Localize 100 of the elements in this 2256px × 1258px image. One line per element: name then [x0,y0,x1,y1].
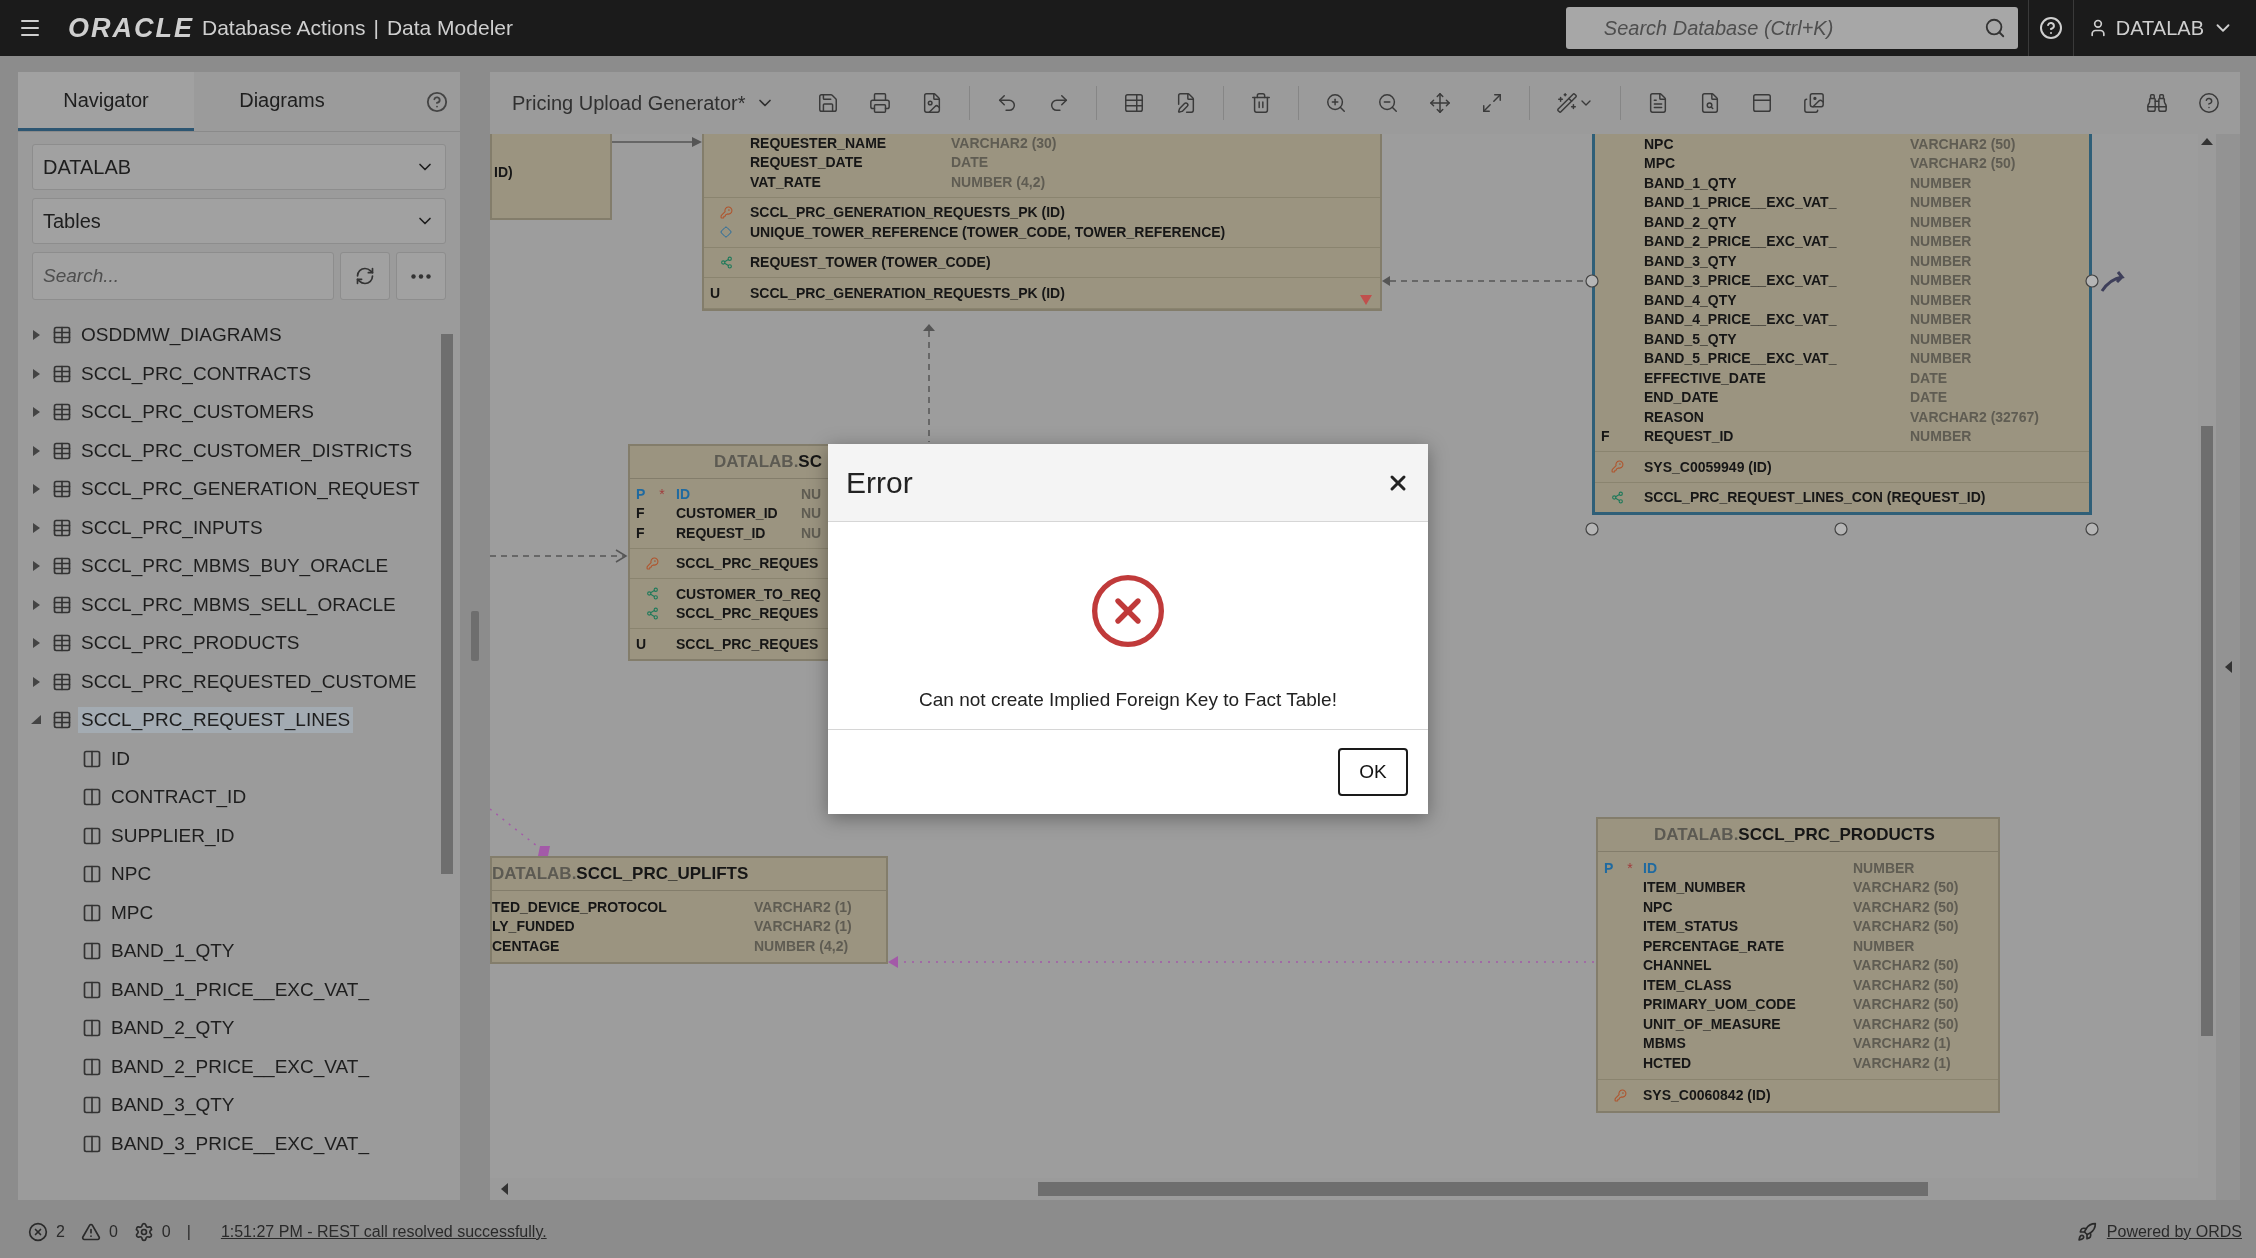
column-type: NUMBER [1910,252,1973,269]
table-icon [52,479,72,500]
user-menu[interactable]: DATALAB [2083,16,2238,40]
column-name: BAND_2_QTY [1644,213,1738,230]
selection-handle[interactable] [1834,522,1848,536]
table-icon [52,594,72,615]
tree-item[interactable]: BAND_3_PRICE__EXC_VAT_ [108,1130,373,1157]
selection-handle[interactable] [2085,274,2099,288]
entity-table[interactable]: ID) [490,134,612,220]
save-icon [817,92,840,114]
tree-item[interactable]: BAND_3_QTY [108,1092,238,1119]
search-icon[interactable] [1983,17,2006,39]
caret-icon[interactable] [30,598,42,611]
caret-icon[interactable] [30,521,42,534]
column-icon [82,1056,102,1077]
table-icon [52,710,72,731]
tree-item[interactable]: MPC [108,899,157,926]
object-type-select[interactable]: Tables [32,198,446,244]
tab[interactable]: Navigator [18,72,194,131]
column-type: DATE [951,154,990,171]
ok-button[interactable]: OK [1338,748,1408,796]
entity-table[interactable] [702,134,1382,311]
error-count: 2 [56,1222,65,1241]
caret-icon[interactable] [30,367,42,380]
table-icon [52,363,72,384]
tab[interactable]: Diagrams [194,72,370,131]
column-name: NPC [1643,898,1674,915]
column-type: VARCHAR2 (50) [1910,135,2017,152]
tree-item[interactable]: SUPPLIER_ID [108,822,238,849]
tree-item[interactable]: BAND_1_QTY [108,938,238,965]
column-type: VARCHAR2 (50) [1853,976,1960,993]
expand-panel-icon[interactable] [2224,661,2232,673]
tree-item[interactable]: SCCL_PRC_CUSTOMERS [78,399,317,426]
table-icon [52,671,72,692]
error-icon[interactable] [28,1221,48,1242]
help-icon [2198,92,2220,114]
schema-select[interactable]: DATALAB [32,144,446,190]
settings-icon[interactable] [133,1221,154,1242]
column-name: BAND_5_QTY [1644,330,1738,347]
selection-handle[interactable] [1585,522,1599,536]
selection-handle[interactable] [2085,522,2099,536]
tree-item[interactable]: SCCL_PRC_PRODUCTS [78,630,303,657]
tree-item[interactable]: SCCL_PRC_REQUESTED_CUSTOME [78,668,420,695]
tree-item[interactable]: NPC [108,861,155,888]
caret-icon[interactable] [30,483,42,496]
caret-icon[interactable] [30,637,42,650]
tree-item[interactable]: SCCL_PRC_INPUTS [78,514,266,541]
column-name: TED_DEVICE_PROTOCOL [492,898,668,915]
entity-table[interactable]: DATALAB.SCCL_PRC_UPLIFTS TED_DEVICE_PROTOCOL VARCHAR2 (1) LY_FUNDED VARCHAR2 (1) CENTAGE NUMBER (4,2) [490,856,888,964]
tree-item[interactable]: SCCL_PRC_CONTRACTS [78,360,315,387]
tree-item[interactable]: BAND_2_PRICE__EXC_VAT_ [108,1053,373,1080]
curved-arrow-icon [2100,270,2124,293]
caret-icon[interactable] [30,675,42,688]
table-icon [52,633,72,654]
caret-icon[interactable] [30,406,42,419]
key-icon [1611,460,1624,474]
column-name: BAND_1_PRICE__EXC_VAT_ [1644,194,1838,211]
tree-item[interactable]: SCCL_PRC_MBMS_BUY_ORACLE [78,553,392,580]
selection-handle[interactable] [1585,274,1599,288]
key-type-label: U [710,284,721,301]
entity-table[interactable] [1592,134,2092,515]
caret-icon[interactable] [30,560,42,573]
key-type-label: F [636,524,645,541]
foreign-key: REQUEST_TOWER (TOWER_CODE) [750,254,991,271]
tree-item[interactable]: ID [108,745,133,772]
warning-icon[interactable] [80,1221,101,1242]
column-type: VARCHAR2 (50) [1853,996,1960,1013]
scroll-left-icon[interactable] [500,1183,508,1195]
tree-item[interactable]: SCCL_PRC_CUSTOMER_DISTRICTS [78,437,416,464]
refresh-button[interactable] [340,252,390,300]
tree-item[interactable]: BAND_2_QTY [108,1015,238,1042]
status-message-link[interactable]: 1:51:27 PM - REST call resolved successfully. [220,1222,547,1241]
tree-item[interactable]: BAND_1_PRICE__EXC_VAT_ [108,976,373,1003]
tree-item[interactable]: SCCL_PRC_GENERATION_REQUEST [78,476,423,503]
column-type: VARCHAR2 (1) [754,898,853,915]
entity-table[interactable] [1596,817,2000,1113]
scroll-up-icon[interactable] [2201,138,2213,146]
caret-icon[interactable] [30,329,42,342]
search-field[interactable]: Search Database (Ctrl+K) [1565,7,2018,49]
column-icon [82,825,102,846]
caret-icon[interactable] [30,714,42,727]
splitter-handle[interactable] [471,611,479,661]
column-name: BAND_4_PRICE__EXC_VAT_ [1644,311,1838,328]
tree-item[interactable]: SCCL_PRC_MBMS_SELL_ORACLE [78,591,399,618]
column-type: NUMBER [1910,213,1973,230]
column-name: REQUESTER_NAME [750,134,888,151]
column-name: CENTAGE [492,937,561,954]
diagram-select[interactable]: Pricing Upload Generator* [506,90,782,116]
tree-item[interactable]: SCCL_PRC_REQUEST_LINES [78,707,354,734]
column-name: REQUEST_ID [1644,428,1735,445]
tree-item[interactable]: OSDDMW_DIAGRAMS [78,322,285,349]
column-name: BAND_4_QTY [1644,291,1738,308]
table-title: DATALAB.SCCL_PRC_PRODUCTS [1654,825,1935,845]
caret-icon[interactable] [30,444,42,457]
tree-item[interactable]: CONTRACT_ID [108,784,250,811]
search-field[interactable]: Search... [32,252,334,300]
foreign-key: SCCL_PRC_REQUES [676,605,819,622]
powered-by-link[interactable]: Powered by ORDS [2106,1222,2242,1241]
column-type: NUMBER [1910,291,1973,308]
app-name: Data Modeler [386,16,513,40]
